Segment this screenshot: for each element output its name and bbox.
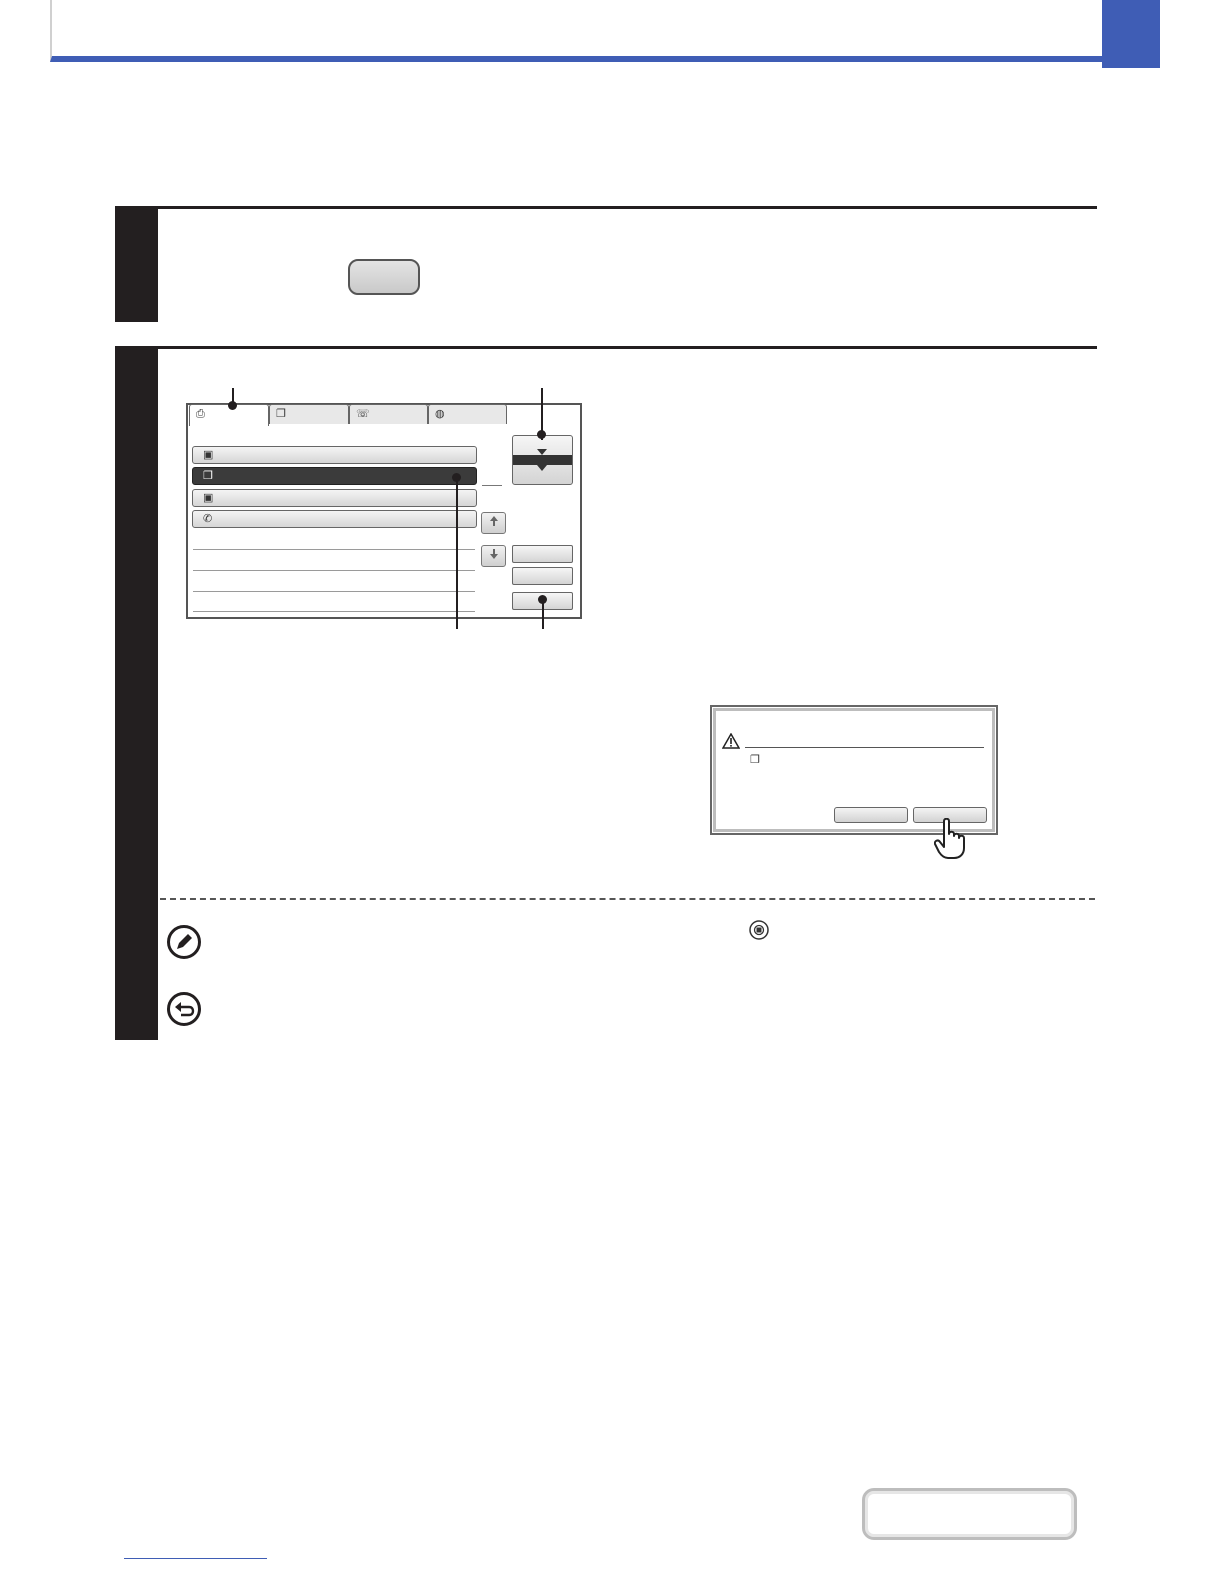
side-button[interactable] [512, 545, 573, 563]
dialog-no-button[interactable] [834, 807, 908, 823]
arrow-down-icon [489, 549, 498, 559]
fax-icon: ☏ [356, 408, 370, 420]
pencil-note-icon [167, 925, 201, 959]
internet-fax-icon: ◍ [435, 408, 445, 420]
notes-separator [160, 898, 1095, 900]
contents-button[interactable] [862, 1488, 1077, 1540]
job-row-selected[interactable]: ❐ [192, 467, 477, 485]
copy-icon: ❐ [276, 408, 286, 420]
callout-dot [538, 595, 547, 604]
pointing-hand-icon [934, 818, 965, 859]
callout-dot [537, 430, 546, 439]
callout-dot [228, 401, 237, 410]
page-indicator-line [482, 485, 502, 486]
tab-copy-jobs[interactable]: ❐ [269, 404, 349, 424]
callout-dot [452, 473, 461, 482]
job-row[interactable]: ▣ [192, 489, 477, 507]
empty-row [193, 591, 475, 592]
side-button[interactable] [512, 567, 573, 585]
empty-row [193, 549, 475, 550]
warning-icon [722, 733, 740, 749]
tab-internet-fax-jobs[interactable]: ◍ [428, 404, 507, 424]
footer-link[interactable] [124, 1558, 267, 1559]
stop-key-icon [749, 920, 769, 940]
fax-job-icon: ✆ [203, 513, 213, 525]
callout-leader [456, 477, 458, 629]
copy-job-icon: ❐ [750, 754, 760, 766]
copy-job-icon: ❐ [203, 470, 213, 482]
job-row[interactable]: ✆ [192, 510, 477, 528]
page-header [50, 0, 1102, 62]
panel-key-button[interactable] [348, 259, 420, 295]
step-2-number-bar [115, 346, 158, 1040]
dialog-divider [745, 747, 984, 748]
step-1-number-bar [115, 206, 158, 322]
printer-icon: ⎙ [196, 408, 205, 420]
pencil-glyph-icon [177, 934, 192, 949]
empty-row [193, 611, 475, 612]
scroll-down-button[interactable] [481, 545, 506, 567]
mode-arrows-icon [537, 449, 547, 471]
return-arrow-icon [175, 1002, 195, 1017]
scanner-icon: ▣ [203, 449, 214, 461]
scanner-icon: ▣ [203, 492, 214, 504]
return-icon [167, 992, 201, 1026]
scroll-up-button[interactable] [481, 512, 506, 534]
step-2-divider [115, 346, 1097, 349]
empty-row [193, 570, 475, 571]
step-1-divider [115, 206, 1097, 209]
job-row[interactable]: ▣ [192, 446, 477, 464]
arrow-up-icon [489, 516, 498, 526]
tab-fax-jobs[interactable]: ☏ [349, 404, 428, 424]
chapter-tab[interactable] [1102, 0, 1160, 68]
